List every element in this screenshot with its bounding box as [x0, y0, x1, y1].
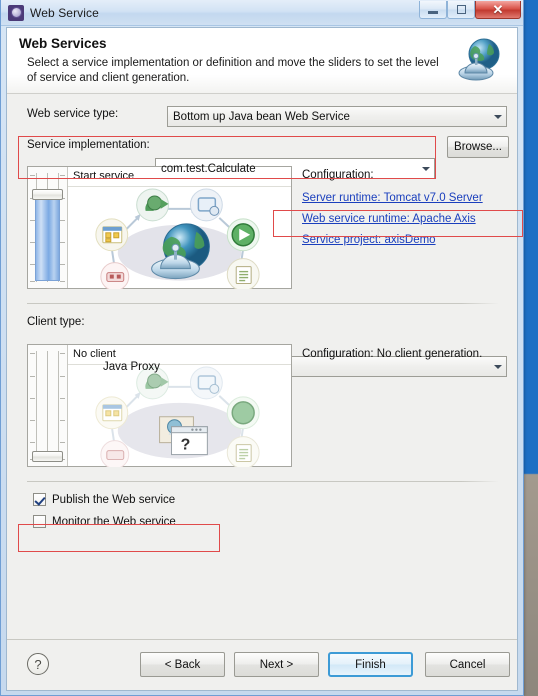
- minimize-icon: [428, 10, 438, 14]
- service-slider-thumb[interactable]: [32, 189, 63, 200]
- monitor-web-service-label: Monitor the Web service: [52, 515, 176, 528]
- section-divider: [27, 303, 499, 304]
- close-button[interactable]: ✕: [475, 1, 521, 19]
- close-icon: ✕: [492, 2, 504, 17]
- service-project-link[interactable]: Service project: axisDemo: [302, 234, 483, 246]
- web-service-dialog-window: Web Service ✕ Web Services Select a serv…: [0, 0, 524, 696]
- dialog-footer: ? < Back Next > Finish Cancel: [7, 640, 517, 690]
- client-workflow-diagram: ?: [95, 366, 260, 467]
- service-implementation-label: Service implementation:: [27, 139, 150, 151]
- web-service-icon: [8, 4, 24, 21]
- monitor-web-service-checkbox[interactable]: [33, 515, 46, 528]
- client-slider-ticks: [28, 351, 67, 460]
- service-implementation-row: Service implementation:: [27, 139, 150, 151]
- finish-button[interactable]: Finish: [328, 652, 413, 677]
- page-description: Select a service implementation or defin…: [27, 57, 439, 84]
- client-type-row: Client type:: [27, 316, 85, 328]
- window-controls: ✕: [419, 1, 521, 19]
- chevron-down-icon: [489, 107, 506, 126]
- help-icon[interactable]: ?: [27, 653, 49, 675]
- window-titlebar: Web Service ✕: [1, 0, 523, 26]
- cancel-button[interactable]: Cancel: [425, 652, 510, 677]
- globe-service-icon: [458, 38, 500, 81]
- client-sampler-caption: No client: [73, 348, 116, 360]
- service-sampler-panel: Start service: [27, 166, 292, 289]
- page-title: Web Services: [19, 36, 107, 51]
- chevron-down-icon: [489, 357, 506, 376]
- web-service-type-value: Bottom up Java bean Web Service: [173, 110, 350, 123]
- service-slider-fill: [35, 194, 60, 281]
- web-service-type-row: Web service type:: [27, 108, 118, 120]
- web-service-runtime-link[interactable]: Web service runtime: Apache Axis: [302, 213, 483, 225]
- maximize-button[interactable]: [447, 1, 475, 19]
- options-divider: [27, 481, 499, 482]
- next-button[interactable]: Next >: [234, 652, 319, 677]
- service-configuration-label: Configuration:: [302, 169, 374, 181]
- dialog-body: Web Services Select a service implementa…: [6, 27, 518, 691]
- wizard-content: Web service type: Bottom up Java bean We…: [7, 95, 517, 640]
- service-sampler-art-area: Start service: [68, 167, 291, 289]
- web-service-type-label: Web service type:: [27, 108, 119, 120]
- window-title: Web Service: [30, 5, 99, 20]
- svg-text:?: ?: [181, 437, 191, 454]
- service-slider[interactable]: [28, 167, 68, 288]
- back-button[interactable]: < Back: [140, 652, 225, 677]
- publish-web-service-checkbox[interactable]: [33, 493, 46, 506]
- client-configuration-note: Configuration: No client generation.: [302, 348, 483, 360]
- web-service-type-combo[interactable]: Bottom up Java bean Web Service: [167, 106, 507, 127]
- publish-web-service-label: Publish the Web service: [52, 493, 176, 506]
- service-sampler-caption: Start service: [73, 170, 135, 182]
- service-workflow-diagram: [95, 188, 260, 289]
- maximize-icon: [456, 5, 466, 14]
- publish-web-service-checkbox-row[interactable]: Publish the Web service: [33, 493, 175, 506]
- service-configuration-block: Configuration: Server runtime: Tomcat v7…: [302, 169, 483, 246]
- client-sampler-art-area: No client ?: [68, 345, 291, 467]
- browse-button[interactable]: Browse...: [447, 136, 509, 158]
- client-slider[interactable]: [28, 345, 68, 466]
- server-runtime-link[interactable]: Server runtime: Tomcat v7.0 Server: [302, 192, 483, 204]
- monitor-web-service-checkbox-row[interactable]: Monitor the Web service: [33, 515, 176, 528]
- wizard-header: Web Services Select a service implementa…: [7, 28, 517, 94]
- minimize-button[interactable]: [419, 1, 447, 19]
- service-implementation-value: com.test.Calculate: [161, 162, 256, 175]
- client-type-value: Java Proxy: [103, 360, 160, 373]
- client-type-label: Client type:: [27, 316, 85, 328]
- client-slider-thumb[interactable]: [32, 451, 63, 462]
